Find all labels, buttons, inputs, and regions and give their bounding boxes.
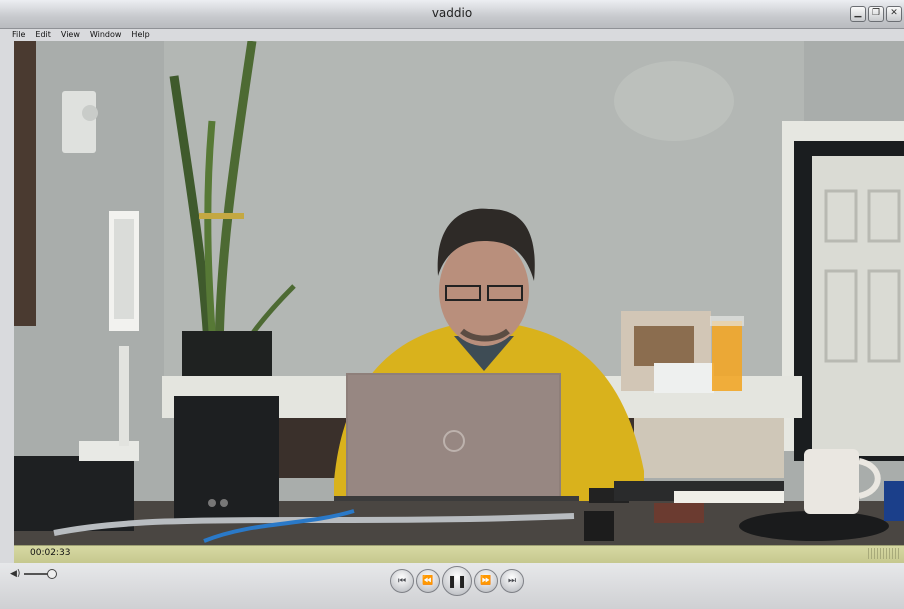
- time-bar[interactable]: 00:02:33: [14, 545, 904, 564]
- skip-back-icon[interactable]: ⏮: [390, 569, 414, 593]
- window-controls: ▁ ❐ ✕: [850, 6, 902, 22]
- skip-forward-icon[interactable]: ⏭: [500, 569, 524, 593]
- transport-controls: ⏮ ⏪ ❚❚ ⏩ ⏭: [0, 566, 904, 596]
- menu-help[interactable]: Help: [131, 29, 149, 41]
- media-player-window: vaddio ▁ ❐ ✕ File Edit View Window Help: [0, 0, 904, 609]
- window-title: vaddio: [431, 6, 473, 20]
- menu-window[interactable]: Window: [90, 29, 122, 41]
- resize-grip[interactable]: [868, 548, 900, 559]
- menu-file[interactable]: File: [12, 29, 25, 41]
- minimize-icon[interactable]: ▁: [850, 6, 866, 22]
- fast-forward-icon[interactable]: ⏩: [474, 569, 498, 593]
- pause-icon[interactable]: ❚❚: [442, 566, 472, 596]
- menu-bar: File Edit View Window Help: [0, 29, 904, 41]
- close-icon[interactable]: ✕: [886, 6, 902, 22]
- video-scene: [14, 41, 904, 545]
- player-controls: ◀) ⏮ ⏪ ❚❚ ⏩ ⏭: [0, 563, 904, 609]
- title-bar[interactable]: vaddio ▁ ❐ ✕: [0, 0, 904, 29]
- rewind-icon[interactable]: ⏪: [416, 569, 440, 593]
- video-frame[interactable]: [14, 41, 904, 545]
- menu-edit[interactable]: Edit: [35, 29, 51, 41]
- restore-icon[interactable]: ❐: [868, 6, 884, 22]
- timecode: 00:02:33: [30, 548, 71, 558]
- menu-view[interactable]: View: [61, 29, 80, 41]
